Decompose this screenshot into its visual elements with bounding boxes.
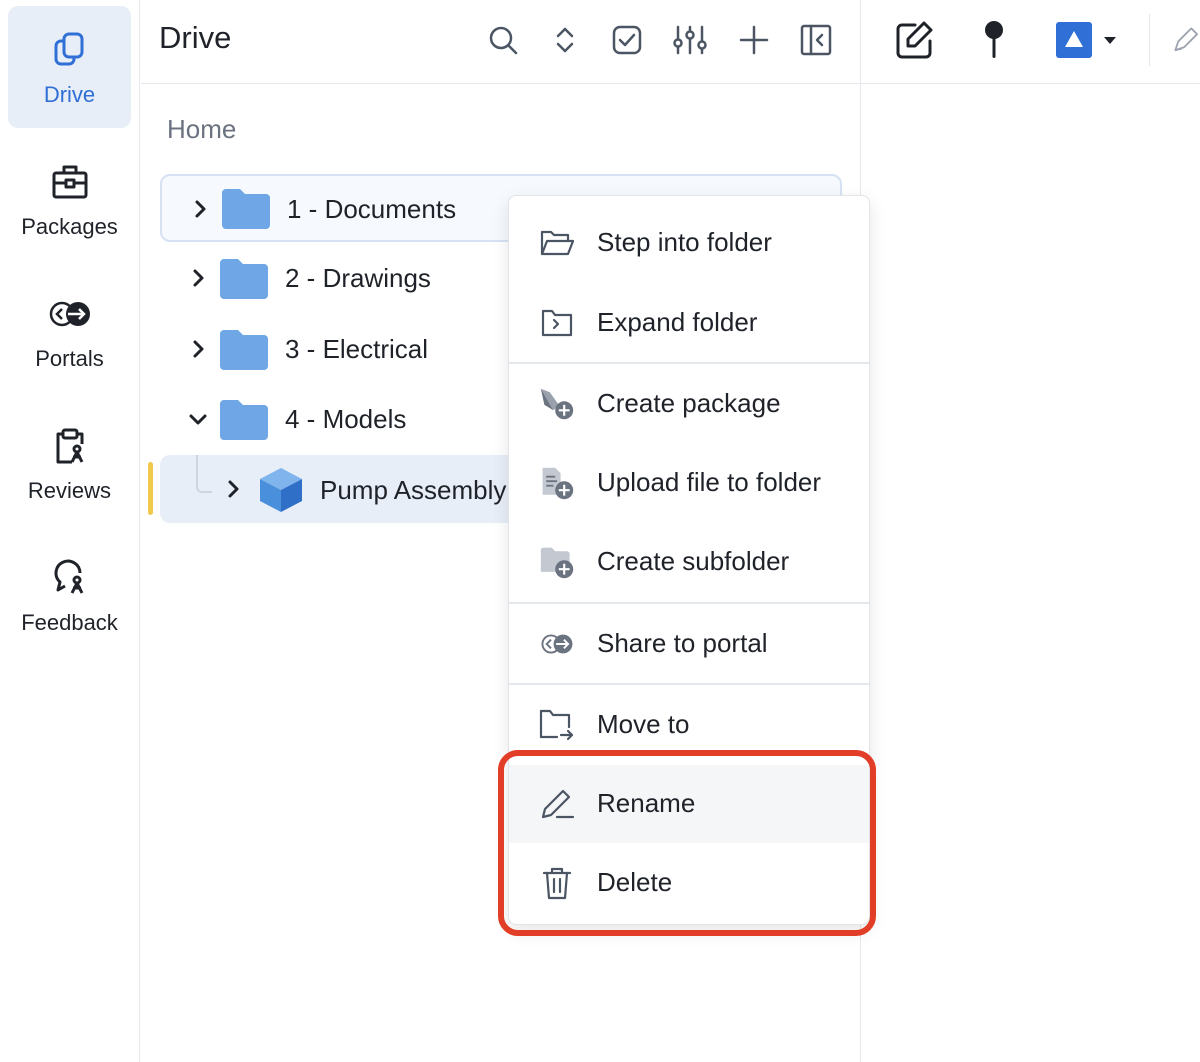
- move-to-icon: [539, 707, 575, 743]
- create-package-icon: [539, 386, 575, 422]
- model-cube-icon: [260, 468, 302, 512]
- toolbar-divider: [1149, 14, 1150, 66]
- menu-item-expand-folder[interactable]: Expand folder: [509, 284, 869, 362]
- upload-file-icon: [539, 465, 575, 501]
- pin-icon: [985, 21, 1003, 58]
- chevron-right-icon[interactable]: [188, 339, 208, 359]
- menu-item-upload-file[interactable]: Upload file to folder: [509, 444, 869, 522]
- folder-icon: [220, 400, 268, 440]
- menu-item-label: Rename: [597, 788, 696, 818]
- sidebar-item-feedback[interactable]: Feedback: [8, 534, 131, 656]
- menu-item-step-into-folder[interactable]: Step into folder: [509, 204, 869, 282]
- selection-indicator: [148, 462, 153, 515]
- sort-icon: [556, 27, 574, 53]
- menu-item-delete[interactable]: Delete: [509, 844, 869, 922]
- menu-separator: [509, 683, 869, 685]
- chevron-down-icon[interactable]: [188, 409, 208, 429]
- add-button[interactable]: [734, 20, 774, 60]
- context-menu: Step into folder Expand folder Create pa…: [508, 195, 870, 925]
- expand-folder-icon: [539, 305, 575, 341]
- sidebar: Drive Packages Portals Reviews Feedback: [0, 0, 140, 1062]
- collapse-panel-button[interactable]: [796, 20, 836, 60]
- menu-item-share-to-portal[interactable]: Share to portal: [509, 605, 869, 683]
- edit-icon: [896, 21, 933, 59]
- tree-row-label: 2 - Drawings: [285, 263, 431, 293]
- sidebar-item-label: Packages: [21, 214, 118, 239]
- menu-item-label: Create package: [597, 388, 781, 418]
- menu-item-label: Upload file to folder: [597, 467, 822, 497]
- breadcrumb[interactable]: Home: [167, 114, 236, 145]
- menu-item-label: Expand folder: [597, 307, 758, 337]
- feedback-icon: [8, 558, 131, 598]
- rename-icon: [539, 786, 575, 822]
- sidebar-item-reviews[interactable]: Reviews: [8, 402, 131, 524]
- reviews-icon: [8, 426, 131, 466]
- share-portal-icon: [539, 626, 575, 662]
- select-icon: [612, 25, 642, 55]
- menu-item-rename[interactable]: Rename: [509, 765, 869, 843]
- chevron-right-icon[interactable]: [190, 199, 210, 219]
- menu-item-create-package[interactable]: Create package: [509, 365, 869, 443]
- portals-icon: [8, 294, 131, 334]
- filter-icon: [673, 25, 707, 55]
- caret-down-icon: [1104, 37, 1116, 44]
- filter-button[interactable]: [670, 20, 710, 60]
- collapse-panel-icon: [800, 24, 832, 56]
- add-icon: [739, 25, 769, 55]
- menu-item-label: Move to: [597, 709, 690, 739]
- folder-icon: [220, 330, 268, 370]
- pen-icon: [1174, 27, 1199, 52]
- folder-icon: [222, 189, 270, 229]
- menu-item-label: Create subfolder: [597, 546, 790, 576]
- trash-icon: [539, 865, 575, 901]
- search-icon: [489, 26, 518, 55]
- drive-header: Drive: [141, 0, 860, 84]
- chevron-right-icon[interactable]: [188, 268, 208, 288]
- menu-item-move-to[interactable]: Move to: [509, 686, 869, 764]
- create-subfolder-icon: [539, 544, 575, 580]
- color-picker[interactable]: [1055, 18, 1119, 62]
- sidebar-item-packages[interactable]: Packages: [8, 138, 131, 260]
- viewer-toolbar: [861, 0, 1200, 84]
- pin-button[interactable]: [979, 18, 1009, 62]
- drive-icon: [8, 30, 131, 70]
- sort-button[interactable]: [545, 20, 585, 60]
- menu-item-label: Step into folder: [597, 227, 772, 257]
- tree-row-pump-assembly[interactable]: Pump Assembly: [160, 455, 510, 523]
- folder-icon: [220, 259, 268, 299]
- sidebar-item-label: Reviews: [27, 478, 112, 503]
- sidebar-item-label: Feedback: [21, 610, 118, 635]
- pen-button[interactable]: [1171, 18, 1200, 62]
- menu-item-create-subfolder[interactable]: Create subfolder: [509, 523, 869, 601]
- menu-separator: [509, 602, 869, 604]
- packages-icon: [8, 162, 131, 202]
- chevron-right-icon[interactable]: [223, 479, 243, 499]
- tree-row-label: Pump Assembly: [320, 475, 507, 505]
- sidebar-item-portals[interactable]: Portals: [8, 270, 131, 392]
- color-swatch-icon: [1056, 22, 1092, 58]
- menu-item-label: Delete: [597, 867, 673, 897]
- select-button[interactable]: [607, 20, 647, 60]
- menu-item-label: Share to portal: [597, 628, 768, 658]
- tree-row-label: 4 - Models: [285, 404, 407, 434]
- open-folder-icon: [539, 225, 575, 261]
- tree-connector: [196, 455, 212, 493]
- sidebar-item-drive[interactable]: Drive: [8, 6, 131, 128]
- sidebar-item-label: Portals: [35, 346, 104, 371]
- edit-button[interactable]: [891, 18, 937, 62]
- tree-row-label: 3 - Electrical: [285, 334, 429, 364]
- menu-separator: [509, 362, 869, 364]
- page-title: Drive: [159, 20, 232, 55]
- search-button[interactable]: [483, 20, 523, 60]
- sidebar-item-label: Drive: [43, 82, 96, 107]
- tree-row-label: 1 - Documents: [287, 194, 457, 224]
